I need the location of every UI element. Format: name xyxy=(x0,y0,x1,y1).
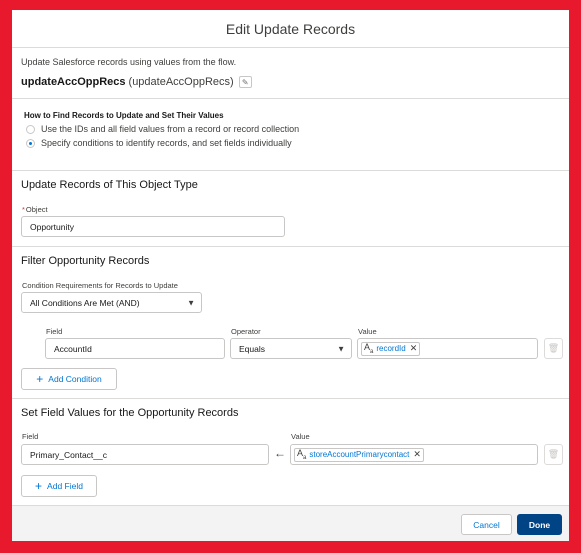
filter-field-value: AccountId xyxy=(54,343,92,354)
set-value-header: Value xyxy=(291,432,310,441)
delete-field-button[interactable]: 🗑 xyxy=(544,444,563,465)
done-label: Done xyxy=(528,519,551,530)
pill-label: storeAccountPrimarycontact xyxy=(309,450,410,459)
pill-label: recordId xyxy=(376,344,406,353)
filter-operator-select[interactable]: Equals ▼ xyxy=(230,338,352,359)
edit-update-records-modal: Edit Update Records Update Salesforce re… xyxy=(12,10,569,541)
modal-title: Edit Update Records xyxy=(225,20,356,37)
trash-icon: 🗑 xyxy=(547,343,560,353)
chevron-down-icon: ▼ xyxy=(187,298,195,307)
resource-pill[interactable]: Aa storeAccountPrimarycontact ✕ xyxy=(294,447,424,462)
object-input-value: Opportunity xyxy=(30,221,74,232)
required-mark: * xyxy=(22,205,25,214)
condition-requirements-select[interactable]: All Conditions Are Met (AND) ▼ xyxy=(21,292,202,313)
object-label: *Object xyxy=(22,205,48,214)
object-label-text: Object xyxy=(25,205,48,214)
filter-value-input[interactable]: Aa recordId ✕ xyxy=(357,338,538,359)
set-fields-section-title: Set Field Values for the Opportunity Rec… xyxy=(21,407,239,419)
set-fields-section-divider xyxy=(12,398,569,399)
filter-section-title: Filter Opportunity Records xyxy=(21,255,150,267)
close-icon[interactable]: ✕ xyxy=(410,343,418,354)
filter-value-header: Value xyxy=(358,327,377,336)
set-field-header: Field xyxy=(22,432,39,441)
filter-section-divider xyxy=(12,246,569,247)
element-label: updateAccOppRecs xyxy=(21,76,126,88)
plus-icon: + xyxy=(35,479,43,493)
radio-button[interactable] xyxy=(26,124,35,134)
how-to-find-section: How to Find Records to Update and Set Th… xyxy=(12,98,569,148)
done-button[interactable]: Done xyxy=(517,514,562,535)
element-intro: Update Salesforce records using values f… xyxy=(12,48,569,88)
radio-label: Use the IDs and all field values from a … xyxy=(41,124,300,134)
cancel-label: Cancel xyxy=(473,519,500,530)
filter-field-header: Field xyxy=(46,327,63,336)
object-section-title: Update Records of This Object Type xyxy=(21,179,198,191)
modal-footer: Cancel Done xyxy=(12,505,569,541)
edit-name-button[interactable]: ✎ xyxy=(238,76,252,88)
text-resource-icon: Aa xyxy=(297,448,306,461)
condition-requirements-value: All Conditions Are Met (AND) xyxy=(30,297,140,308)
plus-icon: + xyxy=(36,372,44,386)
chevron-down-icon: ▼ xyxy=(337,344,345,353)
text-resource-icon: Aa xyxy=(364,342,373,355)
filter-field-input[interactable]: AccountId xyxy=(45,338,225,359)
resource-icon-sub: a xyxy=(370,348,374,355)
trash-icon: 🗑 xyxy=(547,449,560,459)
condition-requirements-label: Condition Requirements for Records to Up… xyxy=(22,281,178,290)
radio-label: Specify conditions to identify records, … xyxy=(41,138,292,148)
add-field-button[interactable]: + Add Field xyxy=(21,475,97,497)
add-condition-label: Add Condition xyxy=(48,374,102,384)
add-condition-button[interactable]: + Add Condition xyxy=(21,368,117,390)
set-field-input[interactable]: Primary_Contact__c xyxy=(21,444,269,465)
close-icon[interactable]: ✕ xyxy=(413,449,421,460)
radio-option-ids[interactable]: Use the IDs and all field values from a … xyxy=(26,124,569,134)
element-api-name: (updateAccOppRecs) xyxy=(128,76,234,88)
object-input[interactable]: Opportunity xyxy=(21,216,285,237)
arrow-left-icon: ← xyxy=(274,446,286,460)
delete-condition-button[interactable]: 🗑 xyxy=(544,338,563,359)
pencil-icon: ✎ xyxy=(241,77,249,87)
filter-operator-value: Equals xyxy=(239,343,265,354)
resource-icon-sub: a xyxy=(303,454,307,461)
set-value-input[interactable]: Aa storeAccountPrimarycontact ✕ xyxy=(290,444,538,465)
filter-operator-header: Operator xyxy=(231,327,261,336)
object-section-divider xyxy=(12,170,569,171)
element-description: Update Salesforce records using values f… xyxy=(21,57,237,67)
how-to-find-title: How to Find Records to Update and Set Th… xyxy=(24,111,224,120)
cancel-button[interactable]: Cancel xyxy=(461,514,512,535)
set-field-value: Primary_Contact__c xyxy=(30,449,108,460)
modal-header: Edit Update Records xyxy=(12,10,569,48)
radio-option-conditions[interactable]: Specify conditions to identify records, … xyxy=(26,138,569,148)
resource-pill[interactable]: Aa recordId ✕ xyxy=(361,341,421,356)
add-field-label: Add Field xyxy=(47,481,83,491)
element-name-row: updateAccOppRecs (updateAccOppRecs) ✎ xyxy=(21,76,560,88)
radio-button-selected[interactable] xyxy=(26,138,35,148)
